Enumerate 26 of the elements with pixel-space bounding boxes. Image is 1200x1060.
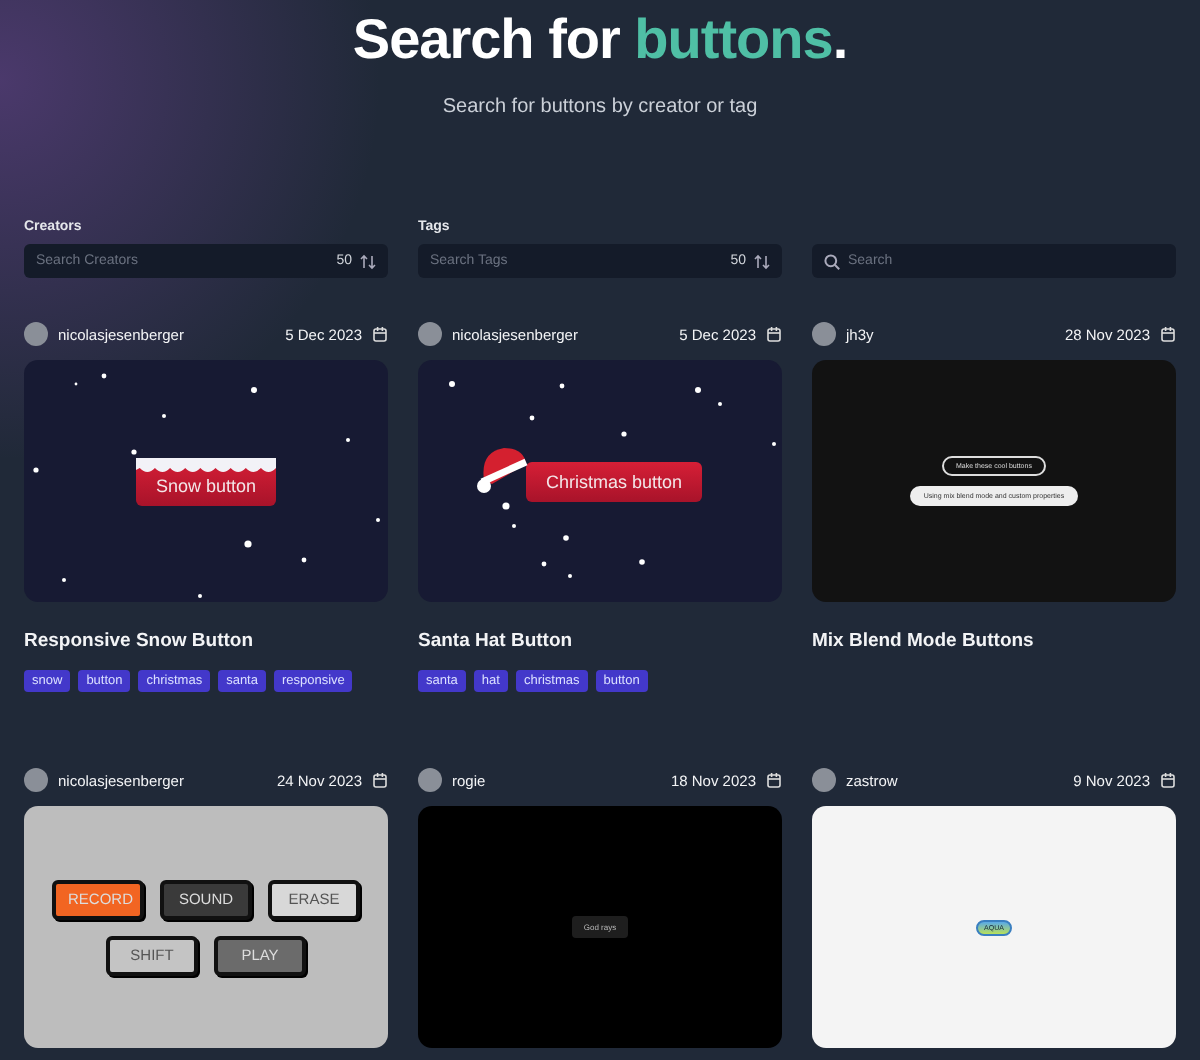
avatar bbox=[24, 322, 48, 346]
avatar bbox=[812, 322, 836, 346]
card-title[interactable]: Mix Blend Mode Buttons bbox=[812, 630, 1176, 652]
page-subtitle: Search for buttons by creator or tag bbox=[442, 96, 758, 118]
button-preview[interactable]: Snow button bbox=[24, 360, 388, 602]
search-icon bbox=[824, 253, 840, 269]
christmas-button[interactable]: Christmas button bbox=[525, 461, 703, 501]
avatar bbox=[418, 768, 442, 792]
santa-hat-icon bbox=[475, 443, 530, 493]
calendar-icon bbox=[372, 326, 388, 342]
sort-icon bbox=[754, 253, 770, 269]
calendar-icon bbox=[372, 772, 388, 788]
snow-button[interactable]: Snow button bbox=[135, 457, 277, 505]
button-preview[interactable]: Christmas button bbox=[418, 360, 782, 602]
avatar bbox=[812, 768, 836, 792]
snow-cap-icon bbox=[135, 457, 277, 475]
calendar-icon bbox=[1160, 326, 1176, 342]
avatar bbox=[418, 322, 442, 346]
calendar-icon bbox=[766, 772, 782, 788]
card-title[interactable]: Santa Hat Button bbox=[418, 630, 782, 652]
sort-icon bbox=[360, 253, 376, 269]
card-title[interactable]: Responsive Snow Button bbox=[24, 630, 388, 652]
page-title: Search for buttons. bbox=[352, 8, 848, 72]
avatar bbox=[24, 768, 48, 792]
calendar-icon bbox=[1160, 772, 1176, 788]
calendar-icon bbox=[766, 326, 782, 342]
